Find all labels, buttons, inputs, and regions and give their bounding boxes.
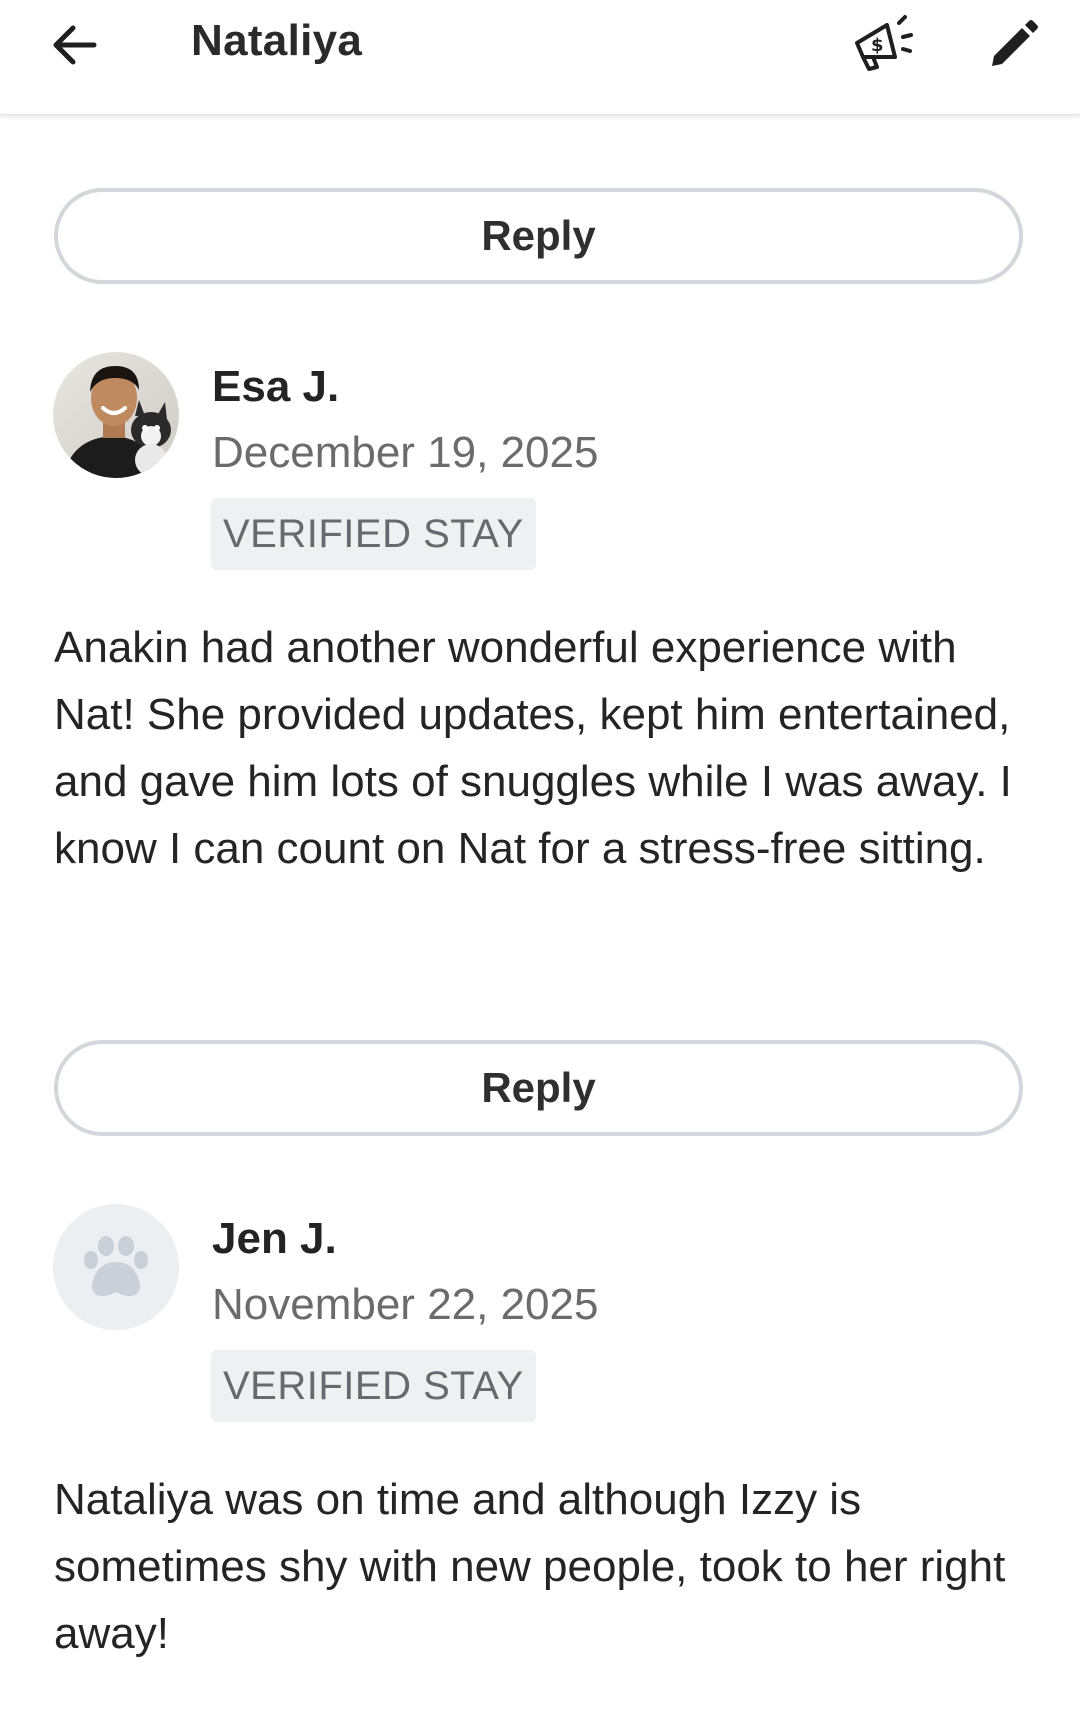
avatar: [53, 1204, 179, 1330]
reviewer-name: Jen J.: [212, 1214, 337, 1263]
reviewer-name: Esa J.: [212, 362, 340, 411]
review-date: December 19, 2025: [212, 428, 599, 477]
edit-button[interactable]: [982, 12, 1046, 76]
reply-button[interactable]: Reply: [54, 188, 1023, 284]
arrow-left-icon: [53, 25, 97, 65]
back-button[interactable]: [44, 14, 106, 76]
megaphone-dollar-icon: $: [855, 15, 913, 71]
verified-stay-badge: VERIFIED STAY: [211, 1350, 536, 1422]
review-text: Anakin had another wonderful experience …: [54, 623, 1012, 873]
avatar: [53, 352, 179, 478]
review-text: Nataliya was on time and although Izzy i…: [54, 1475, 1006, 1658]
review-date: November 22, 2025: [212, 1280, 599, 1329]
reply-button[interactable]: Reply: [54, 1040, 1023, 1136]
paw-placeholder-icon: [53, 1204, 179, 1330]
pencil-icon: [992, 20, 1038, 66]
svg-text:$: $: [871, 35, 884, 56]
top-app-bar: Nataliya $: [0, 0, 1080, 115]
verified-stay-badge: VERIFIED STAY: [211, 498, 536, 570]
promote-button[interactable]: $: [848, 10, 920, 80]
reviewer-photo: [53, 352, 179, 478]
page-title: Nataliya: [191, 16, 363, 65]
